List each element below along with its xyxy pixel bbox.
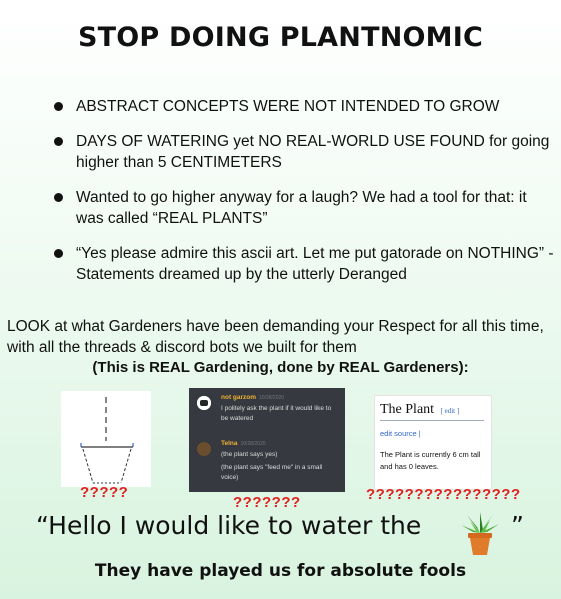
avatar <box>197 396 211 410</box>
page-title: STOP DOING PLANTNOMIC <box>78 22 483 53</box>
discord-chat-screenshot: not garzom 10/28/2020 I politely ask the … <box>189 388 345 492</box>
bullet-dot-icon <box>54 137 63 146</box>
wiki-caption: ???????????????? <box>366 486 521 503</box>
punchline: They have played us for absolute fools <box>94 561 467 581</box>
chat-message: Telna 10/28/2020 (the plant says yes) (th… <box>221 440 339 483</box>
message-timestamp: 10/28/2020 <box>259 395 285 401</box>
avatar <box>197 442 211 456</box>
message-username: Telna <box>221 440 238 447</box>
ascii-plant-image <box>61 391 151 487</box>
bullet-dot-icon <box>54 102 63 111</box>
bullet-dot-icon <box>54 249 63 258</box>
wiki-edit-link[interactable]: [ edit ] <box>441 407 460 415</box>
bullet-dot-icon <box>54 193 63 202</box>
quote-end: ” <box>511 511 524 540</box>
message-text: (the plant says "feed me" in a small voi… <box>221 464 323 481</box>
bullet-item: Wanted to go higher anyway for a laugh? … <box>54 187 554 229</box>
wiki-edit-source-link[interactable]: edit source | <box>380 429 421 438</box>
message-timestamp: 10/28/2020 <box>240 441 266 447</box>
bullet-list: ABSTRACT CONCEPTS WERE NOT INTENDED TO G… <box>54 96 554 299</box>
bullet-item: “Yes please admire this ascii art. Let m… <box>54 243 554 285</box>
ascii-caption: ????? <box>80 484 129 501</box>
message-text: I politely ask the plant if it would lik… <box>221 405 332 422</box>
potted-plant-icon <box>457 511 503 557</box>
chat-message: not garzom 10/28/2020 I politely ask the … <box>221 394 339 424</box>
quote-text: “Hello I would like to water the <box>36 511 422 540</box>
look-text: LOOK at what Gardeners have been demandi… <box>7 318 544 356</box>
discord-caption: ??????? <box>233 494 301 511</box>
message-username: not garzom <box>221 394 257 401</box>
wiki-article-screenshot: The Plant [ edit ] edit source | The Pla… <box>374 395 492 490</box>
bullet-item: ABSTRACT CONCEPTS WERE NOT INTENDED TO G… <box>54 96 554 117</box>
subtitle: (This is REAL Gardening, done by REAL Ga… <box>92 359 469 376</box>
wiki-body-text: The Plant is currently 6 cm tall and has… <box>380 450 481 471</box>
ascii-pot-icon <box>80 397 134 484</box>
bullet-item: DAYS OF WATERING yet NO REAL-WORLD USE F… <box>54 131 554 173</box>
wiki-heading: The Plant <box>380 402 435 417</box>
wiki-divider <box>380 420 484 421</box>
message-text: (the plant says yes) <box>221 451 278 458</box>
